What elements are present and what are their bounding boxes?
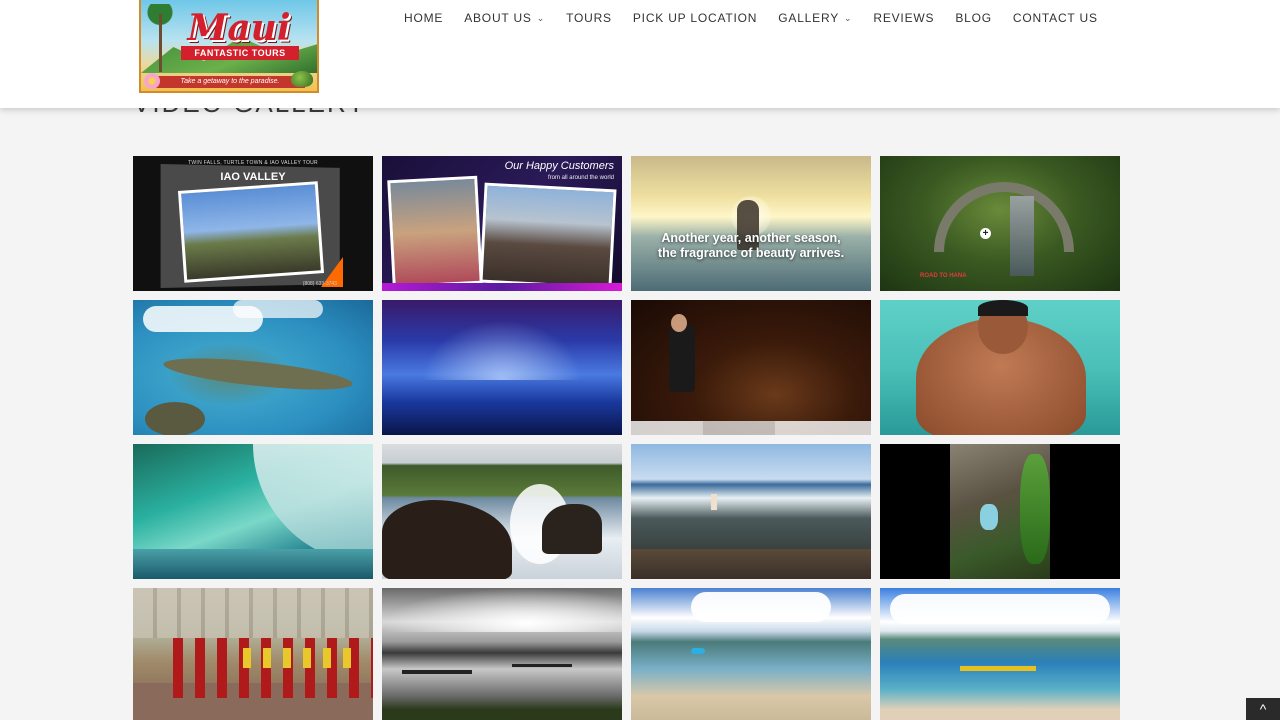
sea xyxy=(133,549,373,579)
nav-contact-us-label: CONTACT US xyxy=(1012,11,1098,25)
main-nav: HOME ABOUT US ⌄ TOURS PICK UP LOCATION GA… xyxy=(404,10,1119,26)
site-header: Maui FANTASTIC TOURS Take a getaway to t… xyxy=(0,0,1280,108)
waterfall xyxy=(1010,196,1034,276)
video-thumbnail-swimmer[interactable] xyxy=(880,300,1120,435)
nav-about-us-label: ABOUT US xyxy=(464,11,532,25)
thumbnail-caption-title: Our Happy Customers xyxy=(504,160,614,172)
video-thumbnail-sunset[interactable]: Another year, another season, the fragra… xyxy=(631,156,871,291)
plus-icon: + xyxy=(980,228,991,239)
nav-about-us[interactable]: ABOUT US ⌄ xyxy=(464,11,545,25)
thumbnail-caption-small: TWIN FALLS, TURTLE TOWN & IAO VALLEY TOU… xyxy=(188,160,318,166)
canoe xyxy=(512,664,572,667)
thumbnail-glow xyxy=(382,283,622,291)
thumbnail-photo xyxy=(479,182,617,290)
conductor-head xyxy=(671,314,687,332)
person xyxy=(980,504,998,530)
thumbnail-caption-small: from all around the world xyxy=(547,175,614,181)
logo-tagline: Take a getaway to the paradise. xyxy=(155,76,305,88)
video-thumbnail-canoes[interactable] xyxy=(382,588,622,720)
canoe xyxy=(960,666,1036,671)
stage-light xyxy=(631,421,871,435)
sky-glow xyxy=(382,588,622,632)
building xyxy=(133,588,373,638)
nav-contact-us[interactable]: CONTACT US xyxy=(1013,11,1098,25)
nav-tours-label: TOURS xyxy=(566,11,612,25)
cloud xyxy=(233,300,323,318)
nav-home-label: HOME xyxy=(404,11,444,25)
video-thumbnail-beach-canoe[interactable] xyxy=(880,588,1120,720)
video-thumbnail-wave[interactable] xyxy=(133,444,373,579)
nav-pick-up-location[interactable]: PICK UP LOCATION xyxy=(633,11,757,25)
chevron-up-icon: ^ xyxy=(1259,701,1267,717)
nav-gallery[interactable]: GALLERY ⌄ xyxy=(778,11,852,25)
stone-bridge xyxy=(934,182,1074,252)
nav-pick-up-location-label: PICK UP LOCATION xyxy=(632,11,758,25)
logo-subtitle: FANTASTIC TOURS xyxy=(181,46,299,60)
site-logo[interactable]: Maui FANTASTIC TOURS Take a getaway to t… xyxy=(139,0,319,93)
kayak xyxy=(691,648,705,654)
video-thumbnail-happy-customers[interactable]: Our Happy Customers from all around the … xyxy=(382,156,622,291)
video-thumbnail-orchestra[interactable] xyxy=(631,300,871,435)
dancers xyxy=(173,638,373,698)
canoe xyxy=(402,670,472,674)
nav-gallery-label: GALLERY xyxy=(778,11,840,25)
cloud xyxy=(691,592,831,622)
person xyxy=(711,494,717,510)
nav-blog-label: BLOG xyxy=(955,11,992,25)
nav-blog[interactable]: BLOG xyxy=(955,11,992,25)
video-thumbnail-rocky-coast[interactable] xyxy=(631,444,871,579)
logo-brand: Maui xyxy=(187,7,291,49)
video-thumbnail-lava-rocks[interactable] xyxy=(382,444,622,579)
foliage xyxy=(1020,454,1050,564)
thumbnail-label: ROAD TO HANA xyxy=(920,273,967,279)
thumbnail-caption-title: IAO VALLEY xyxy=(220,171,286,183)
video-thumbnail-island-aerial[interactable] xyxy=(133,300,373,435)
turtle-icon xyxy=(291,71,313,87)
rock xyxy=(542,504,602,554)
dancers-yellow xyxy=(243,648,363,668)
nav-tours[interactable]: TOURS xyxy=(566,11,612,25)
nav-home[interactable]: HOME xyxy=(404,11,443,25)
light-rays xyxy=(422,320,582,380)
video-thumbnail-iao-valley[interactable]: TWIN FALLS, TURTLE TOWN & IAO VALLEY TOU… xyxy=(133,156,373,291)
cloud xyxy=(890,594,1110,624)
caption-line-2: the fragrance of beauty arrives. xyxy=(657,246,845,260)
nav-reviews-label: REVIEWS xyxy=(873,11,935,25)
nav-reviews[interactable]: REVIEWS xyxy=(873,11,934,25)
video-thumbnail-beach-kayak[interactable] xyxy=(631,588,871,720)
wave-curl xyxy=(253,444,373,564)
chevron-down-icon: ⌄ xyxy=(844,12,853,23)
scroll-to-top-button[interactable]: ^ xyxy=(1246,698,1280,720)
thumbnail-phone: (808) 633-3743 xyxy=(302,281,337,287)
thumbnail-photo xyxy=(177,181,325,283)
thumbnail-photo xyxy=(387,175,483,289)
video-thumbnail-road-to-hana[interactable]: + ROAD TO HANA xyxy=(880,156,1120,291)
island xyxy=(145,402,205,435)
shoreline xyxy=(631,549,871,579)
chevron-down-icon: ⌄ xyxy=(536,12,546,23)
video-thumbnail-jungle-stream[interactable] xyxy=(880,444,1120,579)
hibiscus-icon xyxy=(144,73,160,89)
rock xyxy=(382,500,512,579)
video-thumbnail-blue-ocean[interactable] xyxy=(382,300,622,435)
thumbnail-caption: Another year, another season, the fragra… xyxy=(631,231,871,261)
caption-line-1: Another year, another season, xyxy=(661,231,841,245)
video-thumbnail-hula-dancers[interactable] xyxy=(133,588,373,720)
conductor xyxy=(669,322,695,392)
island xyxy=(162,352,354,396)
swimmer-hair xyxy=(978,300,1028,316)
